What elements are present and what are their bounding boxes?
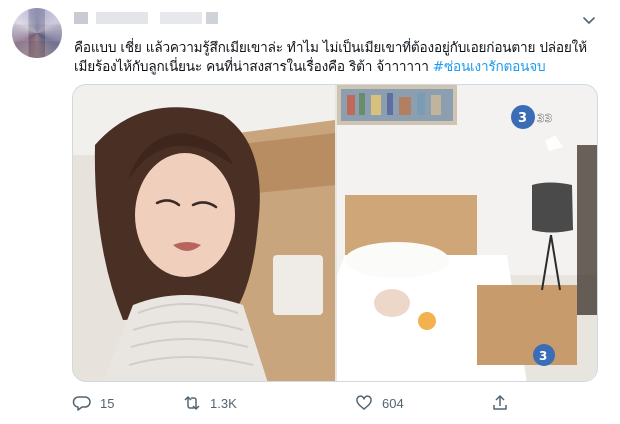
username-blurred[interactable]: [160, 12, 202, 24]
share-icon: [493, 395, 507, 410]
media-photo-right[interactable]: 3 33 3: [337, 85, 597, 381]
tweet-text-line: เมียร้องไห้กับลูกเนี่ยนะ คนที่น่าสงสารใน…: [74, 58, 594, 77]
share-button[interactable]: [490, 392, 518, 414]
avatar[interactable]: [12, 8, 62, 58]
baby-on-bed-image: 3 33 3: [337, 85, 597, 381]
tweet-text-segment: เมียร้องไห้กับลูกเนี่ยนะ คนที่น่าสงสารใน…: [74, 59, 433, 75]
retweet-button[interactable]: 1.3K: [182, 392, 237, 414]
reply-button[interactable]: 15: [72, 392, 114, 414]
tweet-card[interactable]: คือแบบ เชี่ย แล้วความรู้สึกเมียเขาล่ะ ทำ…: [0, 0, 620, 424]
tweet-actions: 15 1.3K 604: [72, 392, 532, 414]
heart-icon: [356, 395, 372, 410]
retweet-count: 1.3K: [210, 395, 237, 411]
svg-text:3: 3: [518, 111, 527, 126]
media-photo-left[interactable]: [73, 85, 335, 381]
hashtag-link[interactable]: #ซ่อนเงารักตอนจบ: [433, 59, 546, 75]
svg-text:3: 3: [539, 349, 547, 363]
like-count: 604: [382, 395, 404, 411]
tweet-text-line: คือแบบ เชี่ย แล้วความรู้สึกเมียเขาล่ะ ทำ…: [74, 40, 587, 56]
reply-icon: [72, 396, 91, 411]
reply-count: 15: [100, 395, 115, 411]
tweet-text: คือแบบ เชี่ย แล้วความรู้สึกเมียเขาล่ะ ทำ…: [74, 39, 594, 77]
crying-woman-image: [73, 85, 335, 381]
svg-text:33: 33: [537, 112, 552, 125]
retweet-icon: [184, 396, 200, 410]
display-name-blurred[interactable]: [74, 12, 88, 24]
media-grid: 3 33 3: [72, 84, 598, 382]
username-blurred[interactable]: [206, 12, 218, 24]
chevron-down-icon[interactable]: [582, 16, 596, 26]
like-button[interactable]: 604: [354, 392, 404, 414]
display-name-blurred[interactable]: [96, 12, 148, 24]
